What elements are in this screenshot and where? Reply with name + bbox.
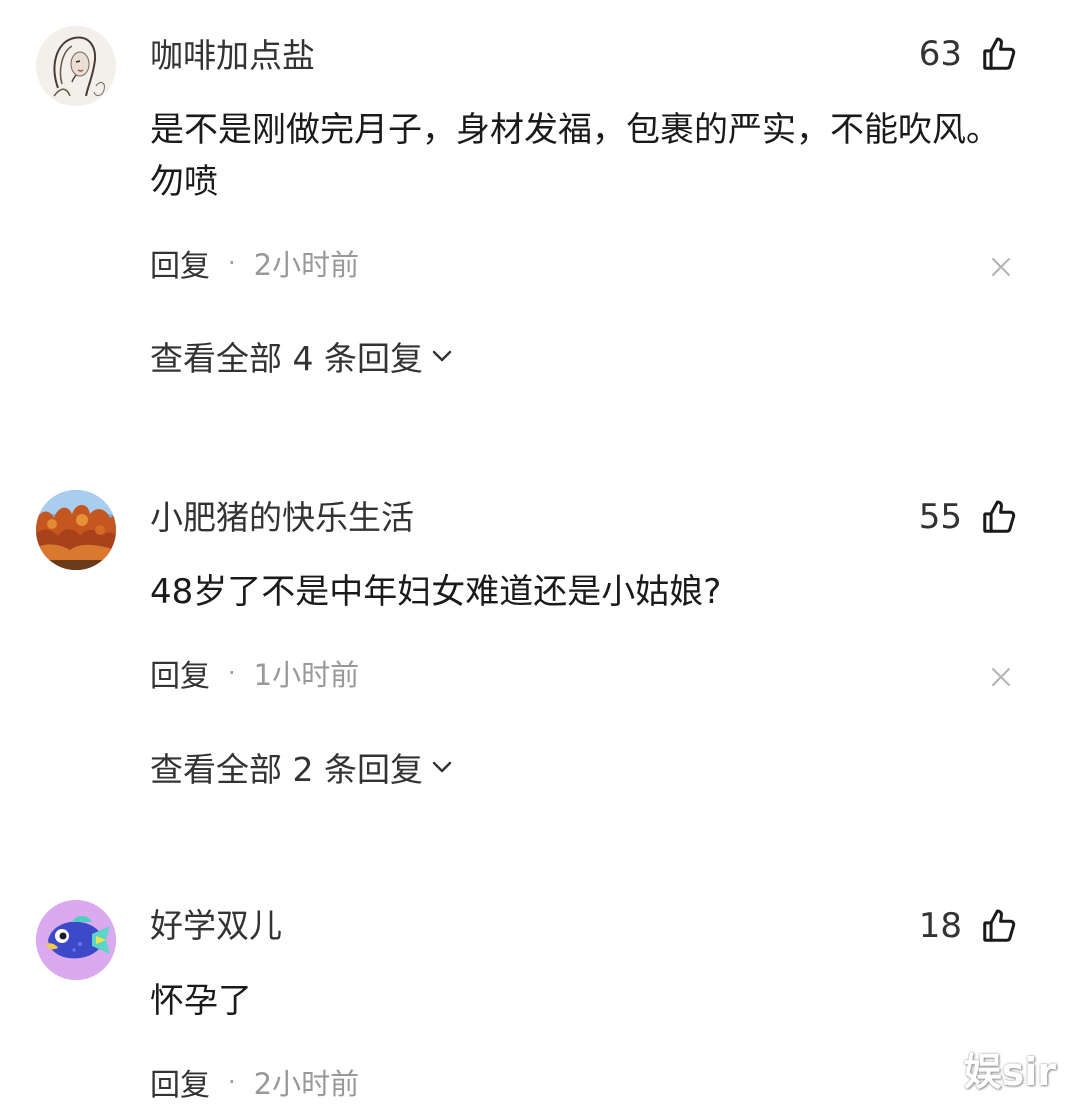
- cartoon-fish-icon: [36, 900, 116, 980]
- comment-text: 是不是刚做完月子，身材发福，包裹的严实，不能吹风。勿喷: [150, 110, 1000, 202]
- timestamp: 2小时前: [253, 1067, 360, 1101]
- like-count: 55: [918, 497, 962, 537]
- comment-meta: 回复 · 2小时前: [150, 241, 360, 285]
- like-count: 18: [918, 906, 962, 946]
- reply-button[interactable]: 回复: [150, 1060, 210, 1104]
- comment-meta: 回复 · 2小时前: [150, 1060, 360, 1104]
- username[interactable]: 好学双儿: [150, 906, 282, 946]
- sketch-portrait-icon: [36, 26, 116, 106]
- close-icon[interactable]: [984, 250, 1018, 284]
- chevron-down-icon: [429, 343, 455, 369]
- separator-dot: ·: [228, 659, 236, 687]
- close-icon[interactable]: [984, 660, 1018, 694]
- thumbs-up-icon[interactable]: [980, 498, 1018, 536]
- like-button[interactable]: 55: [919, 495, 1018, 539]
- chevron-down-icon: [429, 754, 455, 780]
- expand-replies-label: 查看全部 4 条回复: [150, 339, 423, 378]
- comment-meta: 回复 · 1小时前: [150, 651, 360, 695]
- like-count: 63: [918, 34, 962, 74]
- timestamp: 2小时前: [253, 248, 360, 282]
- avatar[interactable]: [36, 900, 116, 980]
- expand-replies-button[interactable]: 查看全部 2 条回复: [150, 745, 455, 789]
- comment-text: 怀孕了: [150, 981, 252, 1021]
- avatar[interactable]: [36, 26, 116, 106]
- separator-dot: ·: [228, 249, 236, 277]
- autumn-trees-icon: [36, 490, 116, 570]
- avatar[interactable]: [36, 490, 116, 570]
- separator-dot: ·: [228, 1068, 236, 1096]
- timestamp: 1小时前: [253, 658, 360, 692]
- thumbs-up-icon[interactable]: [980, 907, 1018, 945]
- watermark: 娱sir: [963, 1050, 1056, 1094]
- reply-button[interactable]: 回复: [150, 241, 210, 285]
- like-button[interactable]: 18: [919, 904, 1018, 948]
- comment-text: 48岁了不是中年妇女难道还是小姑娘?: [150, 572, 722, 612]
- expand-replies-button[interactable]: 查看全部 4 条回复: [150, 334, 455, 378]
- username[interactable]: 咖啡加点盐: [150, 36, 315, 76]
- username[interactable]: 小肥猪的快乐生活: [150, 498, 414, 538]
- reply-button[interactable]: 回复: [150, 651, 210, 695]
- like-button[interactable]: 63: [919, 32, 1018, 76]
- expand-replies-label: 查看全部 2 条回复: [150, 750, 423, 789]
- thumbs-up-icon[interactable]: [980, 35, 1018, 73]
